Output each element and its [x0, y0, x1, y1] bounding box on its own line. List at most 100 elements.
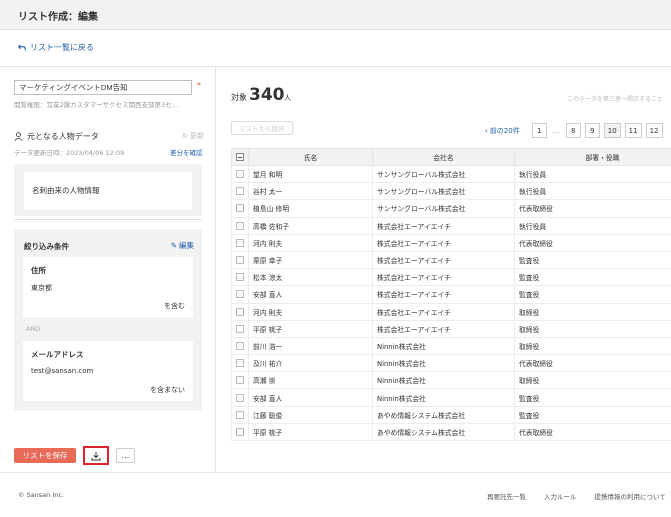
department-cell: 監査役: [514, 268, 671, 287]
condition-operator: を含まない: [150, 386, 185, 394]
row-checkbox[interactable]: [236, 393, 244, 402]
table-row[interactable]: 安部 直人 株式会社エーアイエイチ 監査役: [231, 285, 671, 304]
row-checkbox-cell[interactable]: [231, 388, 249, 407]
row-checkbox-cell[interactable]: [231, 285, 249, 304]
column-header-company[interactable]: 会社名: [372, 148, 515, 166]
list-settings-panel: * 閲覧権限：営業2課カスタマーサクセス関西支部第3セ… 元となる人物データ ↻…: [0, 67, 216, 472]
row-checkbox[interactable]: [236, 341, 244, 350]
select-all-cell[interactable]: [231, 148, 249, 166]
refresh-button[interactable]: ↻ 更新: [182, 131, 204, 141]
company-cell: Ninnin株式会社: [372, 354, 515, 373]
company-cell: 株式会社エーアイエイチ: [372, 233, 515, 252]
row-checkbox[interactable]: [236, 238, 244, 247]
select-all-checkbox[interactable]: [236, 153, 244, 161]
row-checkbox[interactable]: [236, 187, 244, 196]
results-panel: 対象 340 人 このデータを第三者へ開示すること リストから除外 ‹ 前の20…: [217, 67, 671, 472]
row-checkbox-cell[interactable]: [231, 371, 249, 390]
row-checkbox[interactable]: [236, 376, 244, 385]
company-cell: 株式会社エーアイエイチ: [372, 268, 515, 287]
name-cell: 平原 桃子: [248, 422, 373, 442]
table-row[interactable]: 栗原 幸子 株式会社エーアイエイチ 監査役: [231, 250, 671, 270]
table-row[interactable]: 前川 浩一 Ninnin株式会社 取締役: [231, 336, 671, 356]
row-checkbox-cell[interactable]: [231, 182, 249, 201]
footer-link[interactable]: 再要託先一覧: [487, 491, 526, 501]
department-cell: 代表取締役: [514, 422, 671, 442]
footer-link[interactable]: 入力ルール: [544, 491, 577, 501]
page-button[interactable]: 9: [584, 123, 600, 138]
row-checkbox[interactable]: [236, 410, 244, 419]
filter-conditions: 絞り込み条件 ✎ 編集 住所 東京都 を含む AND メールアドレス test@…: [14, 229, 202, 411]
page-button[interactable]: 11: [624, 123, 642, 138]
name-cell: 植島山 修明: [248, 199, 373, 218]
table-row[interactable]: 及川 祐介 Ninnin株式会社 代表取締役: [231, 354, 671, 373]
row-checkbox[interactable]: [236, 290, 244, 299]
page-button[interactable]: 1: [531, 123, 547, 138]
row-checkbox[interactable]: [236, 359, 244, 368]
name-cell: 及川 祐介: [248, 354, 373, 373]
page-button[interactable]: 12: [645, 123, 663, 138]
prev-page-link[interactable]: ‹ 前の20件: [485, 126, 520, 136]
table-row[interactable]: 高橋 佐和子 株式会社エーアイエイチ 執行役員: [231, 216, 671, 235]
table-row[interactable]: 平原 桃子 あやめ情報システム株式会社 代表取締役: [231, 422, 671, 442]
page-ellipsis: …: [552, 126, 560, 135]
name-cell: 松本 涼太: [248, 268, 373, 287]
row-checkbox[interactable]: [236, 256, 244, 265]
row-checkbox[interactable]: [236, 204, 244, 213]
back-to-list-link[interactable]: リスト一覧に戻る: [18, 42, 94, 53]
table-body: 望月 和明 サンサングローバル株式会社 執行役員 谷村 太一 サンサングローバル株式会社…: [231, 164, 671, 442]
page-button[interactable]: 8: [565, 123, 581, 138]
save-list-button[interactable]: リストを保存: [14, 448, 76, 463]
department-cell: 執行役員: [514, 164, 671, 184]
row-checkbox-cell[interactable]: [231, 354, 249, 373]
result-count: 340: [249, 85, 285, 105]
table-header-row: 氏名 会社名 部署・役職: [231, 148, 671, 166]
table-row[interactable]: 河内 則夫 株式会社エーアイエイチ 取締役: [231, 302, 671, 321]
table-row[interactable]: 平原 桃子 株式会社エーアイエイチ 取締役: [231, 319, 671, 338]
edit-filter-button[interactable]: ✎ 編集: [171, 240, 194, 251]
row-checkbox-cell[interactable]: [231, 336, 249, 356]
table-row[interactable]: 植島山 修明 サンサングローバル株式会社 代表取締役: [231, 199, 671, 218]
row-checkbox-cell[interactable]: [231, 199, 249, 218]
table-row[interactable]: 安部 直人 Ninnin株式会社 監査役: [231, 388, 671, 407]
row-checkbox[interactable]: [236, 170, 244, 179]
row-checkbox-cell[interactable]: [231, 164, 249, 184]
remove-from-list-button[interactable]: リストから除外: [231, 121, 293, 135]
list-name-input[interactable]: [14, 80, 192, 95]
row-checkbox[interactable]: [236, 221, 244, 230]
row-checkbox[interactable]: [236, 307, 244, 316]
table-row[interactable]: 松本 涼太 株式会社エーアイエイチ 監査役: [231, 268, 671, 287]
row-checkbox-cell[interactable]: [231, 405, 249, 424]
page-footer: © Sansan Inc. 再要託先一覧 入力ルール 提携情報の利用について: [0, 472, 671, 517]
row-checkbox-cell[interactable]: [231, 319, 249, 338]
column-header-name[interactable]: 氏名: [248, 148, 373, 166]
table-row[interactable]: 高瀬 崇 Ninnin株式会社 取締役: [231, 371, 671, 390]
row-checkbox[interactable]: [236, 324, 244, 333]
department-cell: 監査役: [514, 285, 671, 304]
condition-field: 住所: [31, 266, 46, 275]
row-checkbox-cell[interactable]: [231, 422, 249, 442]
more-options-button[interactable]: ...: [116, 448, 135, 463]
row-checkbox-cell[interactable]: [231, 233, 249, 252]
footer-link[interactable]: 提携情報の利用について: [595, 491, 666, 501]
company-cell: 株式会社エーアイエイチ: [372, 216, 515, 235]
row-checkbox[interactable]: [236, 427, 244, 436]
check-diff-link[interactable]: 差分を確認: [170, 147, 203, 157]
table-row[interactable]: 望月 和明 サンサングローバル株式会社 執行役員: [231, 164, 671, 184]
download-button[interactable]: [83, 446, 109, 465]
row-checkbox[interactable]: [236, 273, 244, 282]
row-checkbox-cell[interactable]: [231, 216, 249, 235]
table-row[interactable]: 江藤 聡俊 あやめ情報システム株式会社 監査役: [231, 405, 671, 424]
row-checkbox-cell[interactable]: [231, 250, 249, 270]
footer-links: 再要託先一覧 入力ルール 提携情報の利用について: [487, 491, 666, 501]
row-checkbox-cell[interactable]: [231, 268, 249, 287]
required-mark: *: [197, 81, 201, 90]
name-cell: 高瀬 崇: [248, 371, 373, 390]
department-cell: 取締役: [514, 336, 671, 356]
table-row[interactable]: 谷村 太一 サンサングローバル株式会社 執行役員: [231, 182, 671, 201]
name-cell: 栗原 幸子: [248, 250, 373, 270]
table-row[interactable]: 河内 則夫 株式会社エーアイエイチ 代表取締役: [231, 233, 671, 252]
row-checkbox-cell[interactable]: [231, 302, 249, 321]
company-cell: 株式会社エーアイエイチ: [372, 319, 515, 338]
column-header-department[interactable]: 部署・役職: [514, 148, 671, 166]
current-page-button[interactable]: 10: [603, 123, 621, 138]
